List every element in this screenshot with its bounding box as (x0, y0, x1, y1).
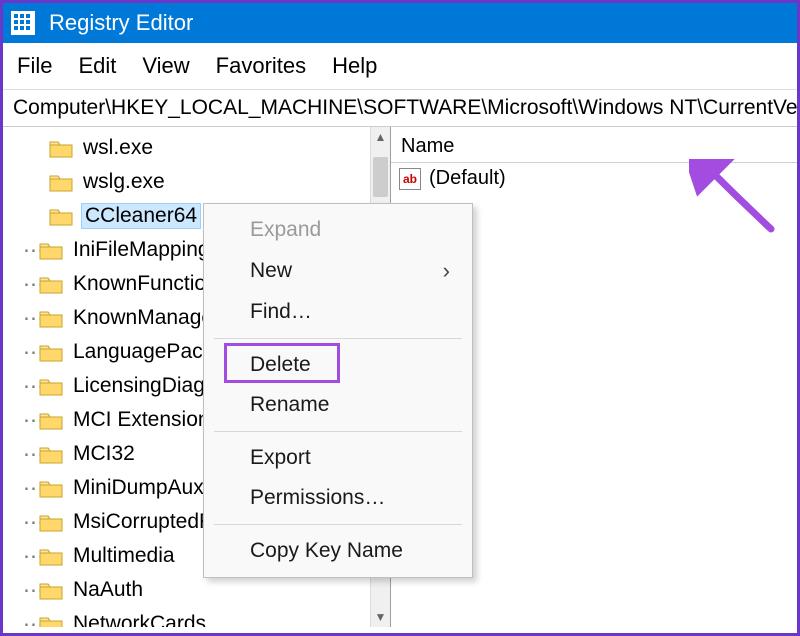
tree-item-label: wsl.exe (81, 136, 155, 160)
folder-icon (39, 478, 63, 498)
ctx-rename-label: Rename (250, 393, 329, 417)
regedit-app-icon (11, 11, 35, 35)
tree-item-label: KnownFunction (71, 272, 220, 296)
tree-guide-icon: ⋯ (23, 442, 37, 467)
folder-icon (39, 240, 63, 260)
tree-item-label: MsiCorruptedF (71, 510, 214, 534)
values-header: Name (391, 131, 797, 163)
tree-guide-icon: ⋯ (23, 544, 37, 569)
tree-item-label: wslg.exe (81, 170, 167, 194)
ctx-find[interactable]: Find… (204, 292, 472, 332)
separator (214, 524, 462, 525)
chevron-right-icon: › (443, 258, 450, 284)
scroll-up-icon[interactable]: ▲ (371, 127, 390, 147)
folder-icon (39, 546, 63, 566)
folder-icon (39, 376, 63, 396)
menu-favorites[interactable]: Favorites (216, 53, 306, 79)
tree-item-label: NaAuth (71, 578, 145, 602)
tree-guide-icon: ⋯ (23, 510, 37, 535)
ctx-copykeyname[interactable]: Copy Key Name (204, 531, 472, 571)
separator (214, 431, 462, 432)
folder-icon (39, 410, 63, 430)
tree-item-label: NetworkCards (71, 612, 208, 627)
context-menu: Expand New › Find… Delete Rename Export … (203, 203, 473, 578)
scroll-thumb[interactable] (373, 157, 388, 197)
folder-icon (39, 444, 63, 464)
tree-item-label: Multimedia (71, 544, 177, 568)
app-window: Registry Editor File Edit View Favorites… (0, 0, 800, 636)
ctx-delete-label: Delete (250, 353, 311, 377)
tree-item[interactable]: ⋯ NetworkCards (3, 607, 390, 627)
tree-item[interactable]: wsl.exe (3, 131, 390, 165)
address-text: Computer\HKEY_LOCAL_MACHINE\SOFTWARE\Mic… (13, 96, 797, 119)
ctx-export-label: Export (250, 446, 311, 470)
tree-guide-icon: ⋯ (23, 306, 37, 331)
ctx-permissions[interactable]: Permissions… (204, 478, 472, 518)
ctx-delete[interactable]: Delete (204, 345, 472, 385)
tree-guide-icon: ⋯ (23, 578, 37, 603)
ctx-rename[interactable]: Rename (204, 385, 472, 425)
scroll-down-icon[interactable]: ▼ (371, 607, 390, 627)
reg-string-icon: ab (399, 168, 421, 190)
menu-edit[interactable]: Edit (78, 53, 116, 79)
window-title: Registry Editor (49, 10, 193, 36)
folder-icon (49, 138, 73, 158)
folder-icon (49, 172, 73, 192)
tree-item[interactable]: wslg.exe (3, 165, 390, 199)
ctx-expand-label: Expand (250, 218, 321, 242)
tree-item-label: IniFileMapping (71, 238, 212, 262)
tree-guide-icon: ⋯ (23, 340, 37, 365)
ctx-export[interactable]: Export (204, 438, 472, 478)
tree-item-label: MiniDumpAux (71, 476, 206, 500)
menubar: File Edit View Favorites Help (3, 43, 797, 90)
ctx-new[interactable]: New › (204, 250, 472, 292)
tree-item-label: LanguagePack (71, 340, 215, 364)
tree-guide-icon: ⋯ (23, 238, 37, 263)
titlebar: Registry Editor (3, 3, 797, 43)
value-name: (Default) (429, 167, 506, 190)
menu-view[interactable]: View (142, 53, 189, 79)
menu-help[interactable]: Help (332, 53, 377, 79)
folder-icon (39, 342, 63, 362)
ctx-permissions-label: Permissions… (250, 486, 385, 510)
ctx-expand: Expand (204, 210, 472, 250)
ctx-new-label: New (250, 259, 292, 283)
ctx-find-label: Find… (250, 300, 312, 324)
tree-item-label: LicensingDiag (71, 374, 207, 398)
folder-icon (39, 274, 63, 294)
tree-guide-icon: ⋯ (23, 272, 37, 297)
folder-icon (39, 512, 63, 532)
ctx-copykeyname-label: Copy Key Name (250, 539, 403, 563)
folder-icon (39, 614, 63, 627)
separator (214, 338, 462, 339)
tree-item-label: KnownManage (71, 306, 215, 330)
folder-icon (39, 308, 63, 328)
tree-guide-icon: ⋯ (23, 612, 37, 628)
tree-guide-icon: ⋯ (23, 408, 37, 433)
value-row[interactable]: ab (Default) (391, 163, 797, 194)
tree-item-label: MCI32 (71, 442, 137, 466)
address-bar[interactable]: Computer\HKEY_LOCAL_MACHINE\SOFTWARE\Mic… (3, 90, 797, 127)
tree-item-label: CCleaner64 (81, 203, 201, 229)
menu-file[interactable]: File (17, 53, 52, 79)
tree-item[interactable]: ⋯ NaAuth (3, 573, 390, 607)
tree-guide-icon: ⋯ (23, 374, 37, 399)
tree-guide-icon: ⋯ (23, 476, 37, 501)
folder-icon (49, 206, 73, 226)
col-name[interactable]: Name (391, 131, 464, 162)
folder-icon (39, 580, 63, 600)
tree-item-label: MCI Extensions (71, 408, 222, 432)
